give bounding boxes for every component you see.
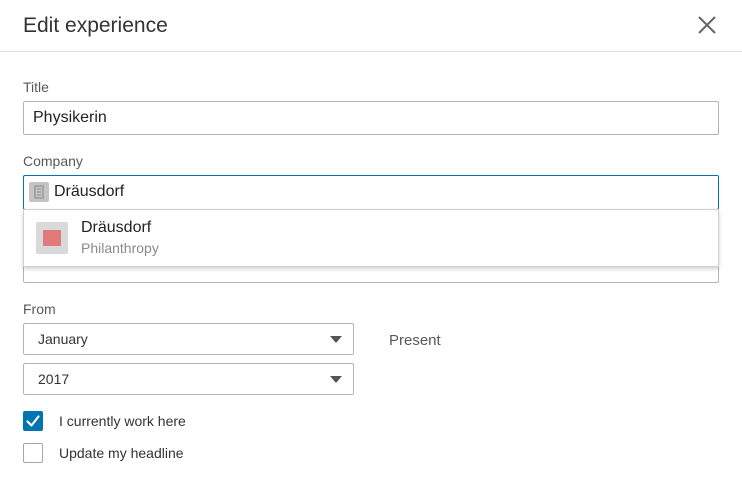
title-label: Title bbox=[23, 79, 49, 95]
title-input[interactable] bbox=[23, 101, 719, 135]
close-icon bbox=[698, 16, 716, 34]
from-label: From bbox=[23, 301, 56, 317]
suggestion-item[interactable]: Dräusdorf Philanthropy bbox=[24, 210, 718, 266]
dialog-header: Edit experience bbox=[0, 0, 742, 52]
update-headline-checkbox[interactable] bbox=[23, 443, 43, 463]
company-field[interactable] bbox=[23, 175, 719, 210]
currently-work-here-label: I currently work here bbox=[59, 413, 186, 429]
from-year-select[interactable]: 2017 bbox=[23, 363, 354, 395]
company-suggestions-dropdown: Dräusdorf Philanthropy bbox=[23, 209, 719, 267]
chevron-down-icon bbox=[330, 376, 342, 383]
chevron-down-icon bbox=[330, 336, 342, 343]
update-headline-label: Update my headline bbox=[59, 445, 184, 461]
checkmark-icon bbox=[26, 415, 40, 427]
suggestion-name: Dräusdorf bbox=[81, 219, 152, 236]
currently-work-here-checkbox[interactable] bbox=[23, 411, 43, 431]
from-year-value: 2017 bbox=[38, 371, 70, 387]
company-input[interactable] bbox=[54, 177, 704, 207]
company-label: Company bbox=[23, 153, 83, 169]
close-button[interactable] bbox=[694, 12, 720, 38]
suggestion-industry: Philanthropy bbox=[81, 240, 159, 256]
dialog-title: Edit experience bbox=[23, 14, 168, 37]
company-logo-icon bbox=[36, 222, 68, 254]
company-building-icon bbox=[29, 182, 49, 202]
from-month-value: January bbox=[38, 331, 88, 347]
from-month-select[interactable]: January bbox=[23, 323, 354, 355]
to-present-text: Present bbox=[389, 332, 441, 349]
